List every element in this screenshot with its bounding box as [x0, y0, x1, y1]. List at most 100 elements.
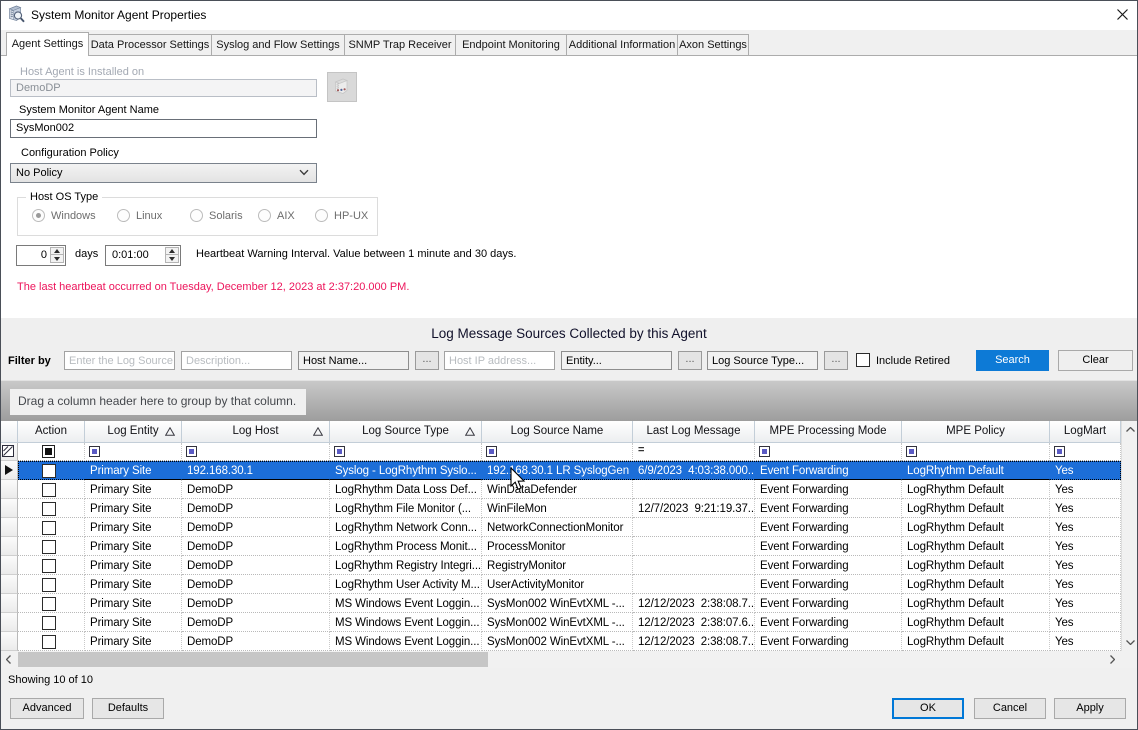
tab-data-processor-settings[interactable]: Data Processor Settings [88, 34, 212, 55]
log-source-type-browse-button[interactable]: ... [824, 351, 848, 370]
host-ip-filter-input[interactable]: Host IP address... [444, 351, 555, 370]
interval-spin-down[interactable] [165, 255, 179, 263]
include-retired-checkbox[interactable] [856, 353, 870, 367]
clear-button[interactable]: Clear [1058, 350, 1133, 371]
agent-name-field[interactable]: SysMon002 [10, 119, 317, 138]
filter-cell-log-host[interactable] [182, 443, 330, 461]
column-header-log-source-name[interactable]: Log Source Name [482, 421, 633, 443]
radio-linux[interactable]: Linux [117, 209, 162, 222]
column-header-logmart[interactable]: LogMart [1050, 421, 1121, 443]
grid-cell: LogRhythm Process Monit... [330, 537, 482, 556]
tab-agent-settings[interactable]: Agent Settings [6, 32, 89, 56]
days-spin-up[interactable] [50, 247, 64, 255]
grid-row[interactable]: Primary SiteDemoDPMS Windows Event Loggi… [0, 613, 1121, 632]
filter-row-header[interactable] [0, 443, 18, 461]
tab-snmp-trap-receiver[interactable]: SNMP Trap Receiver [344, 34, 456, 55]
filter-cell-logmart[interactable] [1050, 443, 1121, 461]
grid-cell: DemoDP [182, 613, 330, 632]
row-indicator-cell [0, 556, 18, 575]
days-spin-down[interactable] [50, 255, 64, 263]
entity-browse-button[interactable]: ... [678, 351, 702, 370]
filter-cell-last-log-message[interactable]: = [633, 443, 755, 461]
row-checkbox[interactable] [42, 464, 56, 478]
filter-cell-log-source-name[interactable] [482, 443, 633, 461]
scroll-left-icon[interactable] [0, 651, 17, 668]
grid-row[interactable]: Primary SiteDemoDPLogRhythm File Monitor… [0, 499, 1121, 518]
row-checkbox[interactable] [42, 616, 56, 630]
close-icon [1117, 9, 1128, 20]
entity-filter-input[interactable]: Entity... [561, 351, 672, 370]
radio-hp-ux[interactable]: HP-UX [315, 209, 368, 222]
grid-row[interactable]: Primary SiteDemoDPLogRhythm Data Loss De… [0, 480, 1121, 499]
tab-axon-settings[interactable]: Axon Settings [677, 34, 749, 55]
grid-cell: NetworkConnectionMonitor [482, 518, 633, 537]
column-header-label: Log Entity [107, 425, 158, 437]
interval-spin-up[interactable] [165, 247, 179, 255]
grid-row[interactable]: Primary SiteDemoDPMS Windows Event Loggi… [0, 594, 1121, 613]
radio-label: Linux [136, 210, 162, 222]
column-header-action[interactable]: Action [18, 421, 85, 443]
grid-cell [633, 480, 755, 499]
row-checkbox[interactable] [42, 559, 56, 573]
description-filter-input[interactable]: Description... [181, 351, 292, 370]
scroll-right-icon[interactable] [1104, 651, 1121, 668]
sort-ascending-icon [465, 427, 475, 436]
grid-row[interactable]: Primary SiteDemoDPLogRhythm Registry Int… [0, 556, 1121, 575]
grid-cell: 6/9/2023 4:03:38.000... [633, 461, 755, 480]
close-button[interactable] [1110, 2, 1134, 26]
host-name-filter-input[interactable]: Host Name... [298, 351, 409, 370]
log-source-filter-input[interactable]: Enter the Log Source [64, 351, 175, 370]
row-checkbox[interactable] [42, 502, 56, 516]
radio-windows[interactable]: Windows [32, 209, 96, 222]
grid-cell: Event Forwarding [755, 461, 902, 480]
grid-row[interactable]: Primary SiteDemoDPLogRhythm User Activit… [0, 575, 1121, 594]
grid-cell: DemoDP [182, 499, 330, 518]
radio-solaris[interactable]: Solaris [190, 209, 243, 222]
apply-button[interactable]: Apply [1054, 698, 1126, 719]
grid-vertical-scrollbar[interactable] [1121, 421, 1138, 651]
row-checkbox[interactable] [42, 578, 56, 592]
grid-row[interactable]: Primary Site192.168.30.1Syslog - LogRhyt… [0, 461, 1121, 480]
filter-cell-log-entity[interactable] [85, 443, 182, 461]
row-checkbox[interactable] [42, 540, 56, 554]
cancel-button[interactable]: Cancel [974, 698, 1046, 719]
grid-cell: Event Forwarding [755, 632, 902, 651]
host-name-browse-button[interactable]: ... [415, 351, 439, 370]
column-header-mpe-policy[interactable]: MPE Policy [902, 421, 1050, 443]
advanced-button[interactable]: Advanced [10, 698, 84, 719]
interval-spinner[interactable]: 0:01:00 [105, 245, 181, 266]
radio-aix[interactable]: AIX [258, 209, 295, 222]
scroll-up-icon[interactable] [1122, 421, 1138, 438]
tab-endpoint-monitoring[interactable]: Endpoint Monitoring [455, 34, 567, 55]
filter-cell-log-source-type[interactable] [330, 443, 482, 461]
grid-row[interactable]: Primary SiteDemoDPMS Windows Event Loggi… [0, 632, 1121, 651]
grid-horizontal-scrollbar[interactable] [0, 651, 1138, 668]
row-checkbox[interactable] [42, 635, 56, 649]
search-button[interactable]: Search [976, 350, 1049, 371]
column-header-log-source-type[interactable]: Log Source Type [330, 421, 482, 443]
grid-row[interactable]: Primary SiteDemoDPLogRhythm Network Conn… [0, 518, 1121, 537]
grid-row[interactable]: Primary SiteDemoDPLogRhythm Process Moni… [0, 537, 1121, 556]
title-bar: System Monitor Agent Properties [0, 0, 1138, 30]
row-checkbox[interactable] [42, 483, 56, 497]
ok-button[interactable]: OK [892, 698, 964, 719]
log-source-type-filter-input[interactable]: Log Source Type... [707, 351, 818, 370]
radio-label: HP-UX [334, 210, 368, 222]
column-header-log-entity[interactable]: Log Entity [85, 421, 182, 443]
column-header-log-host[interactable]: Log Host [182, 421, 330, 443]
filter-cell-action[interactable] [18, 443, 85, 461]
filter-cell-mpe-policy[interactable] [902, 443, 1050, 461]
column-header-mpe-processing-mode[interactable]: MPE Processing Mode [755, 421, 902, 443]
scroll-down-icon[interactable] [1122, 634, 1138, 651]
days-spinner[interactable]: 0 [16, 245, 66, 266]
row-checkbox[interactable] [42, 597, 56, 611]
tab-syslog-and-flow-settings[interactable]: Syslog and Flow Settings [211, 34, 345, 55]
filter-cell-mpe-processing-mode[interactable] [755, 443, 902, 461]
config-policy-dropdown[interactable]: No Policy [10, 163, 317, 183]
column-header-last-log-message[interactable]: Last Log Message [633, 421, 755, 443]
horizontal-scroll-thumb[interactable] [18, 652, 488, 667]
tab-additional-information[interactable]: Additional Information [566, 34, 678, 55]
row-checkbox[interactable] [42, 521, 56, 535]
defaults-button[interactable]: Defaults [92, 698, 164, 719]
interval-hint-label: Heartbeat Warning Interval. Value betwee… [196, 248, 516, 260]
